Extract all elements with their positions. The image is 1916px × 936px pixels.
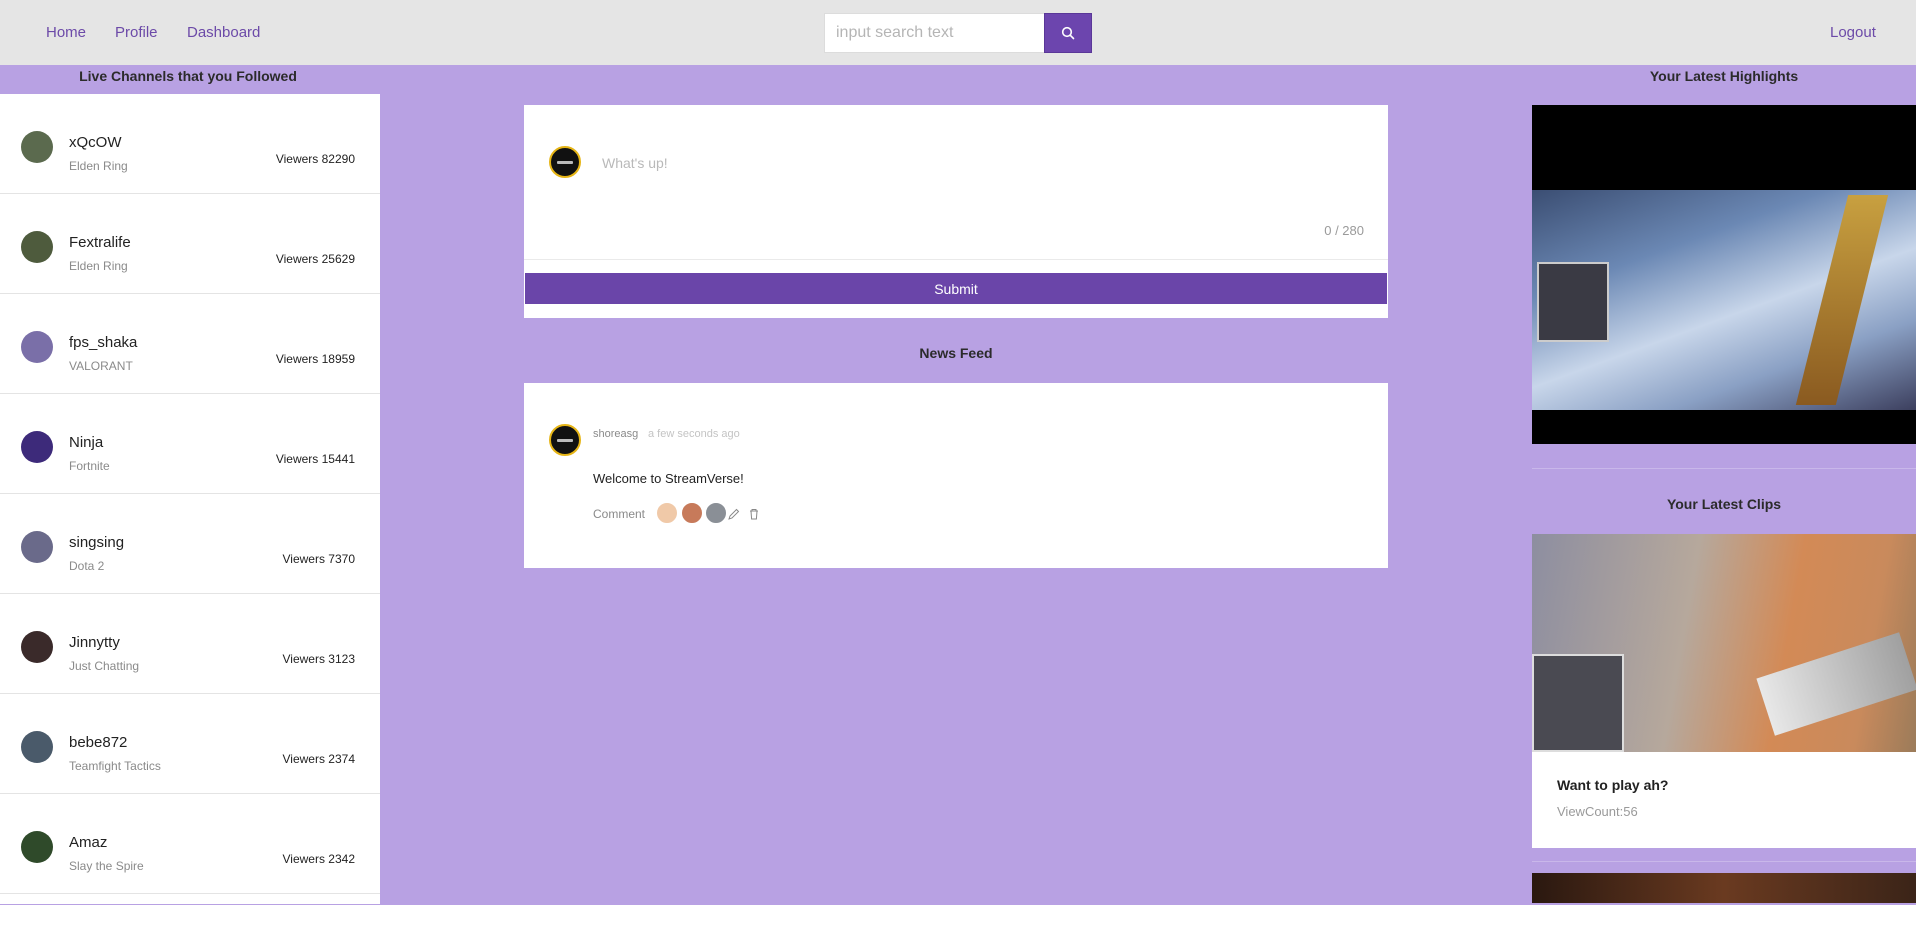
channel-item-fextralife[interactable]: Fextralife Elden Ring Viewers 25629	[0, 194, 380, 294]
divider	[524, 259, 1388, 260]
highlight-thumbnail	[1532, 190, 1916, 410]
clip-title: Want to play ah?	[1557, 777, 1669, 793]
channel-name: Fextralife	[69, 234, 131, 251]
search-input[interactable]	[824, 13, 1045, 53]
channel-name: xQcOW	[69, 134, 122, 151]
channel-name: Ninja	[69, 434, 104, 451]
channel-item-singsing[interactable]: singsing Dota 2 Viewers 7370	[0, 494, 380, 594]
highlights-title: Your Latest Highlights	[1649, 68, 1799, 84]
channel-game: Elden Ring	[69, 159, 128, 173]
channel-name: Jinnytty	[69, 634, 120, 651]
avatar	[21, 331, 53, 363]
nav-home-link[interactable]: Home	[46, 24, 86, 41]
channel-item-jinnytty[interactable]: Jinnytty Just Chatting Viewers 3123	[0, 594, 380, 694]
feed-post: shoreasg a few seconds ago Welcome to St…	[524, 383, 1388, 568]
channel-viewers: Viewers 3123	[282, 652, 356, 666]
highlight-video[interactable]	[1532, 105, 1916, 444]
delete-icon[interactable]	[747, 507, 761, 521]
search-button[interactable]	[1044, 13, 1092, 53]
avatar	[21, 631, 53, 663]
channel-game: Teamfight Tactics	[69, 759, 161, 773]
divider	[1532, 468, 1916, 469]
nav-dashboard-link[interactable]: Dashboard	[187, 24, 260, 41]
avatar	[21, 731, 53, 763]
webcam-overlay	[1532, 654, 1624, 752]
post-author-avatar	[549, 424, 581, 456]
avatar	[21, 431, 53, 463]
channel-viewers: Viewers 7370	[282, 552, 356, 566]
channel-game: Fortnite	[69, 459, 110, 473]
channel-name: Amaz	[69, 834, 108, 851]
channel-viewers: Viewers 15441	[275, 452, 355, 466]
user-avatar	[549, 146, 581, 178]
webcam-overlay	[1537, 262, 1609, 342]
divider	[1532, 861, 1916, 862]
channel-viewers: Viewers 25629	[275, 252, 355, 266]
channel-viewers: Viewers 82290	[275, 152, 355, 166]
channel-viewers: Viewers 2342	[282, 852, 356, 866]
logout-link[interactable]: Logout	[1830, 24, 1876, 41]
clip-card[interactable]: Want to play ah? ViewCount:56	[1532, 534, 1916, 848]
avatar	[21, 131, 53, 163]
char-counter: 0 / 280	[1324, 223, 1364, 238]
reaction-avatar	[681, 502, 703, 524]
channel-viewers: Viewers 18959	[275, 352, 355, 366]
channel-game: Elden Ring	[69, 259, 128, 273]
news-feed-title: News Feed	[919, 345, 993, 361]
avatar	[21, 831, 53, 863]
channel-game: Just Chatting	[69, 659, 140, 673]
channel-game: Slay the Spire	[69, 859, 144, 873]
reaction-avatar	[656, 502, 678, 524]
clip-thumbnail-partial[interactable]	[1532, 873, 1916, 903]
channel-name: fps_shaka	[69, 334, 138, 351]
post-composer: 0 / 280 Submit	[524, 105, 1388, 318]
weapon-shape	[1756, 632, 1916, 736]
post-input[interactable]	[602, 151, 1352, 175]
channel-item-fps-shaka[interactable]: fps_shaka VALORANT Viewers 18959	[0, 294, 380, 394]
avatar	[21, 531, 53, 563]
channel-item-bebe872[interactable]: bebe872 Teamfight Tactics Viewers 2374	[0, 694, 380, 794]
edit-icon[interactable]	[727, 507, 741, 521]
clips-title: Your Latest Clips	[1666, 496, 1782, 512]
reaction-avatar	[705, 502, 727, 524]
channel-game: Dota 2	[69, 559, 105, 573]
channel-item-amaz[interactable]: Amaz Slay the Spire Viewers 2342	[0, 794, 380, 894]
search-icon	[1061, 26, 1075, 40]
channel-viewers: Viewers 2374	[282, 752, 356, 766]
submit-button[interactable]: Submit	[525, 273, 1387, 304]
nav-profile-link[interactable]: Profile	[115, 24, 158, 41]
clip-thumbnail	[1532, 534, 1916, 752]
live-channels-title: Live Channels that you Followed	[79, 68, 297, 84]
post-timestamp: a few seconds ago	[648, 428, 740, 440]
post-author[interactable]: shoreasg	[593, 428, 638, 440]
channel-name: bebe872	[69, 734, 128, 751]
channel-item-xqcow[interactable]: xQcOW Elden Ring Viewers 82290	[0, 94, 380, 194]
weapon-shape	[1795, 195, 1889, 405]
channel-name: singsing	[69, 534, 125, 551]
post-body: Welcome to StreamVerse!	[593, 471, 744, 486]
comment-button[interactable]: Comment	[593, 507, 645, 521]
channel-game: VALORANT	[69, 359, 133, 373]
avatar	[21, 231, 53, 263]
channel-list: xQcOW Elden Ring Viewers 82290 Fextralif…	[0, 94, 380, 904]
channel-item-ninja[interactable]: Ninja Fortnite Viewers 15441	[0, 394, 380, 494]
top-navbar: Home Profile Dashboard Logout	[0, 0, 1916, 65]
clip-viewcount: ViewCount:56	[1557, 804, 1638, 819]
